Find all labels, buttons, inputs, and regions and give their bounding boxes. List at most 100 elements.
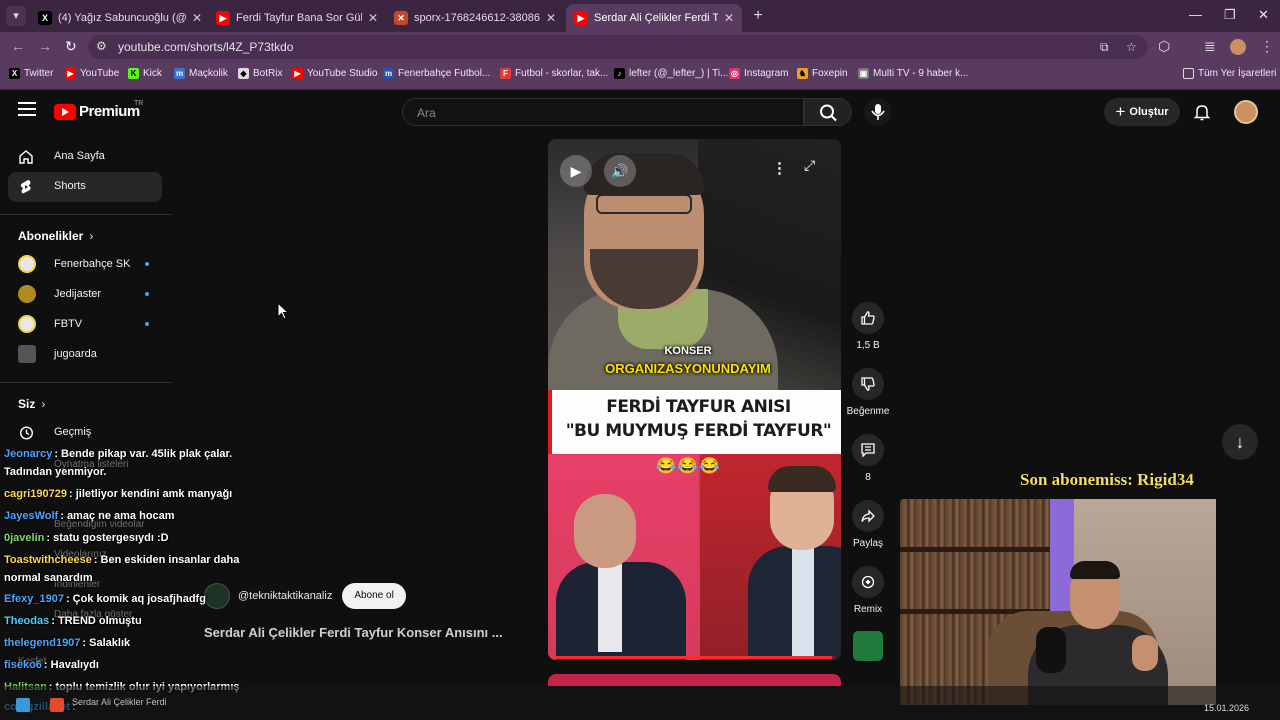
menu-kebab-icon[interactable]: ⋮	[1260, 38, 1274, 55]
dislike-button[interactable]: Beğenme	[846, 368, 890, 417]
sidebar-item-subscription[interactable]: FBTV	[8, 310, 162, 340]
remix-button[interactable]: Remix	[846, 566, 890, 615]
audio-source-thumbnail[interactable]	[853, 631, 883, 661]
close-icon[interactable]: ✕	[724, 11, 734, 25]
forward-arrow-icon[interactable]: →	[38, 38, 52, 54]
sidebar-item-subscription[interactable]: Fenerbahçe SK	[8, 250, 162, 280]
bookmark-lefter[interactable]: ♪ lefter (@_lefter_) | Ti...	[614, 68, 728, 79]
video-title-banner: FERDİ TAYFUR ANISI "BU MUYMUŞ FERDİ TAYF…	[548, 390, 841, 454]
image-icon: ✕	[394, 11, 408, 25]
youtube-masthead: Premium TR Ara + Oluştur	[0, 90, 1280, 134]
notifications-bell-icon[interactable]	[1192, 102, 1212, 122]
glasses	[596, 194, 692, 214]
tab-sporx[interactable]: ✕ sporx-1768246612-380865108 ✕	[386, 4, 564, 32]
star-icon[interactable]: ☆	[1126, 40, 1137, 54]
sidebar-item-subscription[interactable]: jugoarda	[8, 340, 162, 370]
play-button[interactable]: ▶	[560, 155, 592, 187]
more-options-icon[interactable]: ⋮	[772, 159, 787, 177]
bookmark-twitter[interactable]: X Twitter	[9, 68, 53, 79]
video-progress-bar[interactable]	[554, 656, 835, 659]
tab-serdar-ali[interactable]: ▶ Serdar Ali Çelikler Ferdi Tayfur ✕	[566, 4, 742, 32]
flashscore-icon: F	[500, 68, 511, 79]
windows-start-icon[interactable]	[16, 698, 30, 712]
hamburger-menu-icon[interactable]	[18, 102, 36, 116]
all-bookmarks[interactable]: Tüm Yer İşaretleri	[1183, 68, 1276, 79]
close-icon[interactable]: ✕	[192, 11, 202, 25]
sidebar-item-shorts[interactable]: Shorts	[8, 172, 162, 202]
taskbar-window-title[interactable]: Serdar Ali Çelikler Ferdi	[72, 697, 167, 707]
x-icon: X	[38, 11, 52, 25]
install-icon[interactable]: ⧉	[1100, 40, 1109, 55]
divider	[0, 382, 172, 383]
search-input[interactable]: Ara	[402, 98, 804, 126]
youtube-icon: ▶	[65, 68, 76, 79]
bookmark-mackolik[interactable]: m Maçkolik	[174, 68, 228, 79]
minimize-button[interactable]: —	[1189, 7, 1202, 22]
remix-icon	[861, 575, 875, 589]
volume-button[interactable]: 🔊	[604, 155, 636, 187]
tiktok-icon: ♪	[614, 68, 625, 79]
browser-taskbar-icon[interactable]	[50, 698, 64, 712]
comments-button[interactable]: 8	[846, 434, 890, 483]
plus-icon: +	[1115, 102, 1126, 121]
close-icon[interactable]: ✕	[368, 11, 378, 25]
fenerbahce-icon: m	[383, 68, 394, 79]
new-content-dot	[145, 292, 149, 296]
bookmark-futbol[interactable]: F Futbol - skorlar, tak...	[500, 68, 608, 79]
bookmark-youtube-studio[interactable]: ▶ YouTube Studio	[292, 68, 377, 79]
maximize-button[interactable]: ❐	[1224, 7, 1236, 23]
you-header[interactable]: Siz ›	[18, 397, 45, 411]
like-button[interactable]: 1,5 B	[846, 302, 890, 351]
share-button[interactable]: Paylaş	[846, 500, 890, 549]
media-control-icon[interactable]: ≣	[1204, 38, 1216, 55]
video-frame-top: KONSER ORGANIZASYONUNDAYIM	[548, 139, 841, 399]
close-icon[interactable]: ✕	[546, 11, 556, 25]
botrix-icon: ◆	[238, 68, 249, 79]
chat-message: cagri190729: jiletliyor kendini amk many…	[4, 488, 233, 500]
back-arrow-icon[interactable]: ←	[11, 38, 25, 54]
bookmark-foxepin[interactable]: ♞ Foxepin	[797, 68, 848, 79]
tab-twitter[interactable]: X (4) Yağız Sabuncuoğlu (@yago ✕	[30, 4, 210, 32]
url-field[interactable]: ⚙ youtube.com/shorts/l4Z_P73tkdo ⧉ ☆	[88, 35, 1148, 59]
url-text: youtube.com/shorts/l4Z_P73tkdo	[118, 40, 294, 54]
bookmark-youtube[interactable]: ▶ YouTube	[65, 68, 119, 79]
youtube-icon: ▶	[574, 11, 588, 25]
tab-search-menu[interactable]: ▾	[6, 6, 26, 26]
channel-avatar	[18, 315, 36, 333]
profile-avatar[interactable]	[1230, 39, 1246, 55]
youtube-premium-logo[interactable]: Premium TR	[54, 100, 143, 120]
sidebar-item-subscription[interactable]: Jedijaster	[8, 280, 162, 310]
sidebar-item-home[interactable]: Ana Sayfa	[8, 142, 162, 172]
home-icon	[19, 150, 33, 164]
create-button[interactable]: + Oluştur	[1104, 98, 1180, 126]
host-person	[748, 466, 841, 660]
site-info-icon[interactable]: ⚙	[96, 39, 107, 53]
subscribe-button[interactable]: Abone ol	[342, 583, 406, 609]
new-content-dot	[145, 322, 149, 326]
bookmark-botrix[interactable]: ◆ BotRix	[238, 68, 282, 79]
tab-ferdi-tayfur[interactable]: ▶ Ferdi Tayfur Bana Sor Gülhane ✕	[208, 4, 386, 32]
account-avatar[interactable]	[1234, 100, 1258, 124]
bookmark-fenerbahce[interactable]: m Fenerbahçe Futbol...	[383, 68, 490, 79]
fullscreen-icon[interactable]: ⤢	[804, 157, 815, 174]
new-tab-button[interactable]: +	[748, 6, 768, 26]
chevron-right-icon: ›	[41, 397, 46, 411]
history-icon	[19, 426, 34, 440]
bookmark-kick[interactable]: K Kick	[128, 68, 162, 79]
close-window-button[interactable]: ✕	[1258, 7, 1269, 23]
search-button[interactable]	[804, 98, 852, 126]
next-short-button[interactable]: ↓	[1222, 424, 1258, 460]
shorts-video-player[interactable]: KONSER ORGANIZASYONUNDAYIM FERDİ TAYFUR …	[548, 139, 841, 660]
streamer-webcam	[900, 499, 1216, 705]
subscriptions-header[interactable]: Abonelikler ›	[18, 229, 93, 243]
bookmark-instagram[interactable]: ◎ Instagram	[729, 68, 788, 79]
channel-avatar	[18, 255, 36, 273]
reload-icon[interactable]: ↻	[65, 38, 77, 55]
chat-message: Theodas: TREND olmuştu	[4, 615, 142, 627]
bookmark-multitv[interactable]: ▣ Multi TV - 9 haber k...	[858, 68, 968, 79]
voice-search-button[interactable]	[864, 98, 892, 126]
next-short-preview[interactable]	[548, 674, 841, 686]
arrow-down-icon: ↓	[1235, 431, 1245, 452]
chat-message: JayesWolf: amaç ne ama hocam	[4, 510, 175, 522]
extension-icon[interactable]: ⬡	[1158, 38, 1170, 55]
